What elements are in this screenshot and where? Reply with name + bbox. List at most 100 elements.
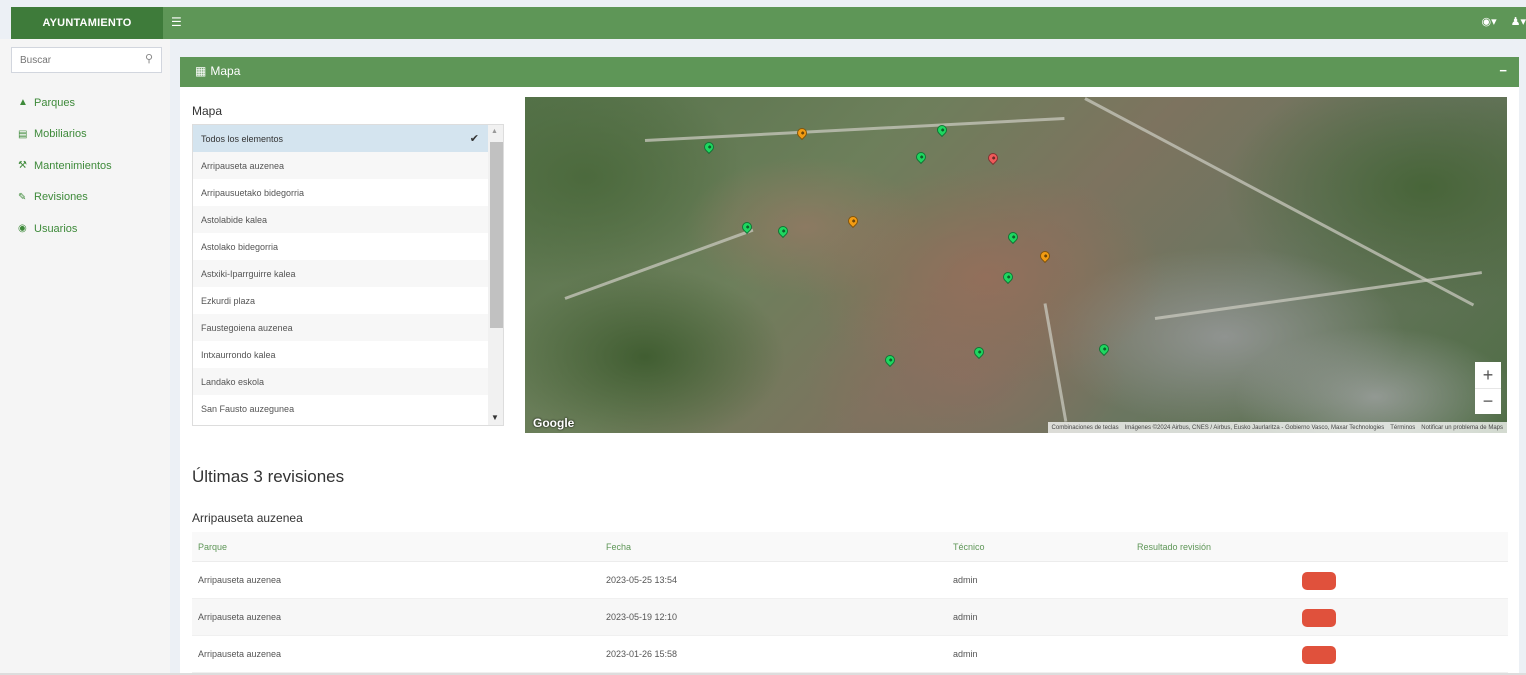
column-header-parque[interactable]: Parque	[192, 542, 605, 552]
result-badge[interactable]	[1302, 646, 1336, 664]
terms-link[interactable]: Términos	[1390, 425, 1415, 431]
map-marker-green[interactable]	[1096, 341, 1112, 357]
list-item[interactable]: Intxaurrondo kalea	[193, 341, 503, 368]
navbar-right: ◉▾ ♟▾	[1481, 15, 1526, 28]
map-marker-orange[interactable]	[1037, 248, 1053, 264]
list-item[interactable]: Arripausuetako bidegorria	[193, 179, 503, 206]
scrollbar-thumb[interactable]	[490, 142, 503, 328]
bank-icon: ▤	[18, 128, 28, 140]
list-item-label: Landako eskola	[201, 376, 265, 387]
search-icon[interactable]: ⚲	[145, 52, 153, 65]
edit-icon: ✎	[18, 191, 27, 203]
revisions-table: Parque Fecha Técnico Resultado revisión …	[192, 532, 1508, 673]
sidebar-item-mobiliarios[interactable]: ▤ Mobiliarios	[18, 119, 112, 151]
table-row[interactable]: Arripauseta auzenea 2023-05-25 13:54 adm…	[192, 562, 1508, 599]
map-box: ▦ Mapa − Mapa Todos los elementos ✔ Arri…	[180, 57, 1519, 675]
map-marker-green[interactable]	[971, 344, 987, 360]
list-scrollbar[interactable]: ▲ ▼	[488, 125, 503, 425]
map-marker-green[interactable]	[1000, 269, 1016, 285]
box-title: ▦ Mapa	[195, 64, 240, 78]
cell-park: Arripauseta auzenea	[198, 612, 282, 622]
sidebar-item-revisiones[interactable]: ✎ Revisiones	[18, 182, 112, 214]
map-icon: ▦	[195, 64, 207, 78]
list-item-label: Astolabide kalea	[201, 214, 268, 225]
wrench-icon: ⚒	[18, 160, 27, 172]
list-item[interactable]: Ezkurdi plaza	[193, 287, 503, 314]
cell-park: Arripauseta auzenea	[198, 649, 282, 659]
map-marker-red[interactable]	[985, 150, 1001, 166]
collapse-button[interactable]: −	[1499, 63, 1507, 78]
search-input[interactable]	[12, 48, 132, 72]
language-icon[interactable]: ◉▾	[1481, 15, 1496, 28]
cell-tech: admin	[953, 649, 978, 659]
table-header: Parque Fecha Técnico Resultado revisión	[192, 532, 1508, 562]
column-header-resultado[interactable]: Resultado revisión	[1137, 532, 1508, 561]
column-header-tecnico[interactable]: Técnico	[953, 542, 1137, 552]
check-icon: ✔	[469, 133, 479, 145]
scroll-up-icon[interactable]: ▲	[491, 128, 498, 135]
map-road	[564, 228, 754, 300]
map-marker-green[interactable]	[1005, 229, 1021, 245]
sidebar-item-mantenimientos[interactable]: ⚒ Mantenimientos	[18, 150, 112, 182]
list-item[interactable]: San Fausto auzegunea	[193, 395, 503, 422]
table-row[interactable]: Arripauseta auzenea 2023-01-26 15:58 adm…	[192, 636, 1508, 673]
map-road	[1084, 97, 1475, 307]
google-logo[interactable]: Google	[533, 416, 574, 430]
table-row[interactable]: Arripauseta auzenea 2023-05-19 12:10 adm…	[192, 599, 1508, 636]
sidebar-item-label: Mobiliarios	[34, 128, 87, 141]
map-attribution: Combinaciones de teclas Imágenes ©2024 A…	[1047, 422, 1507, 433]
cell-result	[1137, 599, 1508, 635]
map-road	[644, 117, 1065, 142]
cell-result	[1137, 562, 1508, 598]
map-road	[1154, 271, 1482, 320]
report-problem-link[interactable]: Notificar un problema de Maps	[1421, 425, 1503, 431]
list-item[interactable]: Landako eskola	[193, 368, 503, 395]
list-item-label: Faustegoiena auzenea	[201, 322, 293, 333]
cell-tech: admin	[953, 612, 978, 622]
box-header: ▦ Mapa −	[180, 57, 1519, 87]
brand-logo[interactable]: AYUNTAMIENTO	[11, 7, 163, 39]
map-marker-green[interactable]	[913, 149, 929, 165]
hamburger-icon[interactable]: ☰	[171, 16, 182, 28]
map-marker-orange[interactable]	[845, 213, 861, 229]
scroll-down-icon[interactable]: ▼	[491, 413, 499, 422]
list-item[interactable]: Astxiki-Iparrguirre kalea	[193, 260, 503, 287]
revisions-park-name: Arripauseta auzenea	[192, 511, 303, 525]
keyboard-shortcuts-link[interactable]: Combinaciones de teclas	[1052, 425, 1119, 431]
map-marker-orange[interactable]	[794, 125, 810, 141]
map-marker-green[interactable]	[775, 223, 791, 239]
cell-date: 2023-05-19 12:10	[606, 612, 678, 622]
zoom-out-button[interactable]: −	[1475, 388, 1501, 414]
map-select-label: Mapa	[192, 104, 223, 118]
sidebar-item-usuarios[interactable]: ◉ Usuarios	[18, 213, 112, 245]
sidebar: ⚲ ▲ Parques ▤ Mobiliarios ⚒ Mantenimient…	[0, 39, 170, 675]
user-icon[interactable]: ♟▾	[1511, 15, 1526, 28]
list-item-label: Intxaurrondo kalea	[201, 349, 276, 360]
column-header-fecha[interactable]: Fecha	[605, 542, 953, 552]
list-item-label: Astxiki-Iparrguirre kalea	[201, 268, 296, 279]
element-list[interactable]: Todos los elementos ✔ Arripauseta auzene…	[192, 124, 504, 426]
tree-icon: ▲	[18, 97, 28, 109]
list-item[interactable]: Astolabide kalea	[193, 206, 503, 233]
imagery-credit: Imágenes ©2024 Airbus, CNES / Airbus, Eu…	[1124, 424, 1385, 431]
map-marker-green[interactable]	[701, 139, 717, 155]
cell-tech: admin	[953, 575, 978, 585]
user-circle-icon: ◉	[18, 223, 27, 235]
map-road	[1043, 303, 1068, 422]
top-navbar: ☰ ◉▾ ♟▾	[163, 7, 1526, 39]
result-badge[interactable]	[1302, 609, 1336, 627]
cell-result	[1137, 636, 1508, 672]
cell-date: 2023-05-25 13:54	[606, 575, 678, 585]
sidebar-item-parques[interactable]: ▲ Parques	[18, 87, 112, 119]
list-item[interactable]: Todos los elementos ✔	[193, 125, 503, 152]
satellite-map[interactable]: + − Google Combinaciones de teclas Imáge…	[525, 97, 1507, 433]
list-item-label: Ezkurdi plaza	[201, 295, 256, 306]
map-marker-green[interactable]	[882, 352, 898, 368]
sidebar-item-label: Usuarios	[34, 222, 78, 235]
list-item[interactable]: Faustegoiena auzenea	[193, 314, 503, 341]
result-badge[interactable]	[1302, 572, 1336, 590]
zoom-in-button[interactable]: +	[1475, 362, 1501, 388]
list-item[interactable]: Astolako bidegorria	[193, 233, 503, 260]
sidebar-search: ⚲	[11, 47, 162, 73]
list-item[interactable]: Arripauseta auzenea	[193, 152, 503, 179]
